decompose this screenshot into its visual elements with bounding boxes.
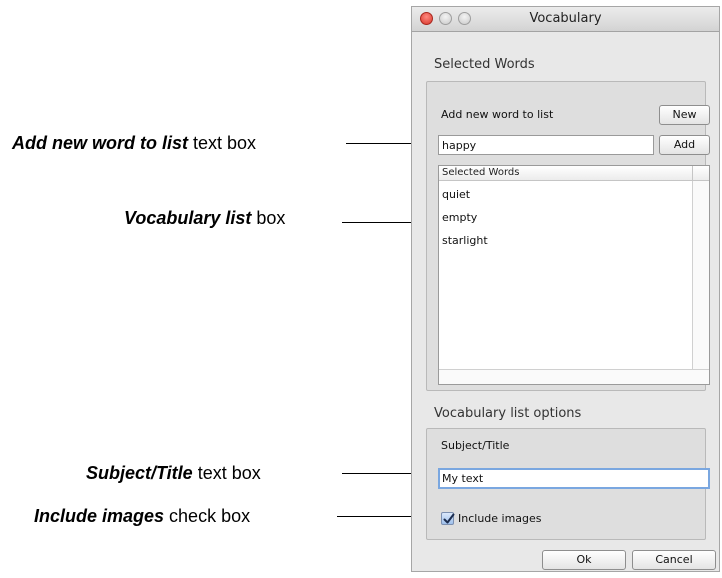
subject-title-input[interactable]: My text: [438, 468, 710, 489]
vertical-scrollbar[interactable]: [692, 181, 709, 370]
horizontal-scrollbar[interactable]: [439, 369, 709, 384]
list-item[interactable]: empty: [442, 206, 488, 229]
vocabulary-list-box[interactable]: Selected Words quiet empty starlight: [438, 165, 710, 385]
ok-button[interactable]: Ok: [542, 550, 626, 570]
title-bar[interactable]: Vocabulary: [412, 7, 719, 32]
add-word-input[interactable]: happy: [438, 135, 654, 155]
word-list: quiet empty starlight: [442, 183, 488, 252]
window-title: Vocabulary: [529, 11, 602, 26]
include-images-label[interactable]: Include images: [458, 512, 542, 525]
add-button[interactable]: Add: [659, 135, 710, 155]
options-section-title: Vocabulary list options: [434, 406, 582, 421]
selected-words-section-title: Selected Words: [434, 57, 535, 72]
list-item[interactable]: quiet: [442, 183, 488, 206]
annotation-include-images: Include images check box: [34, 506, 251, 526]
cancel-button[interactable]: Cancel: [632, 550, 716, 570]
list-item[interactable]: starlight: [442, 229, 488, 252]
annotation-vocab-list: Vocabulary list box: [124, 208, 286, 228]
annotation-subject-title: Subject/Title text box: [86, 463, 261, 483]
annotation-add-word: Add new word to list text box: [12, 133, 257, 153]
include-images-checkbox[interactable]: [441, 512, 455, 525]
vocabulary-window: Vocabulary Selected Words Add new word t…: [411, 6, 720, 572]
list-column-header[interactable]: Selected Words: [439, 166, 709, 181]
checkmark-icon: [443, 513, 455, 524]
new-button[interactable]: New: [659, 105, 710, 125]
subject-title-label: Subject/Title: [441, 439, 510, 452]
list-header-corner: [692, 166, 709, 180]
add-word-label: Add new word to list: [441, 108, 554, 121]
